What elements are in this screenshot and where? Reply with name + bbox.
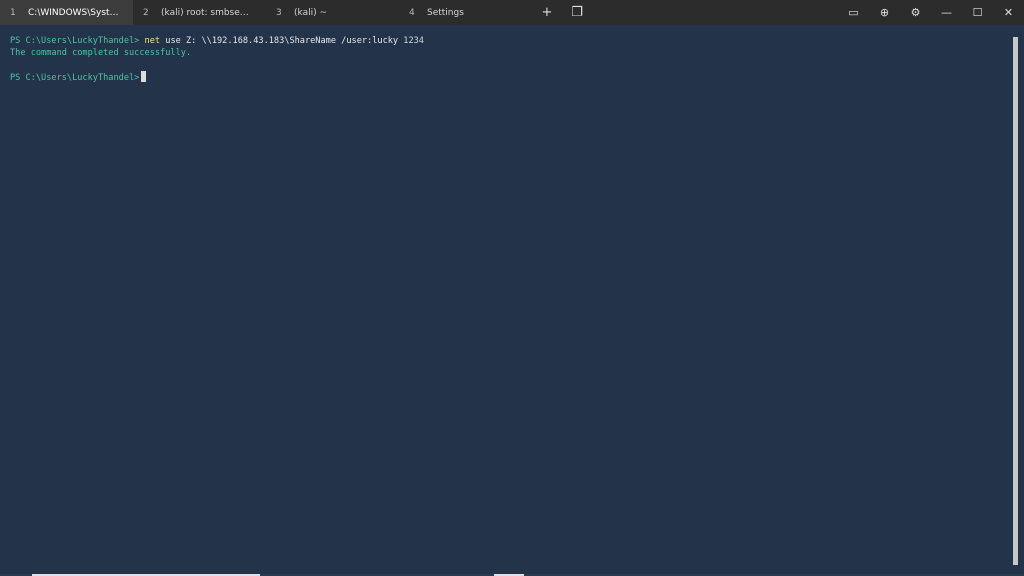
- tab-title: C:\WINDOWS\Syst…: [28, 7, 119, 18]
- terminal-line-2: The command completed successfully.: [10, 47, 1006, 59]
- command-name: net: [144, 36, 161, 46]
- terminal-line-4: PS C:\Users\LuckyThandel>: [10, 71, 1006, 83]
- tab-4[interactable]: 4 Settings: [399, 0, 532, 25]
- tab-3[interactable]: 3 (kali) ~: [266, 0, 399, 25]
- tab-1[interactable]: 1 C:\WINDOWS\Syst…: [0, 0, 133, 25]
- text-cursor: [141, 71, 147, 82]
- window-controls: — ☐ ✕: [931, 0, 1024, 25]
- tab-number: 2: [143, 7, 149, 18]
- scrollbar[interactable]: [1006, 25, 1024, 576]
- keyboard-icon[interactable]: ▭: [838, 0, 869, 25]
- tab-2[interactable]: 2 (kali) root: smbse…: [133, 0, 266, 25]
- tab-title: Settings: [427, 7, 464, 18]
- settings-icon[interactable]: ⚙: [900, 0, 931, 25]
- terminal-output[interactable]: PS C:\Users\LuckyThandel> net use Z: \\1…: [0, 25, 1006, 576]
- close-icon[interactable]: ✕: [993, 0, 1024, 25]
- tab-title: (kali) root: smbse…: [161, 7, 249, 18]
- system-icons: ▭ ⊕ ⚙: [838, 0, 931, 25]
- minimize-icon[interactable]: —: [931, 0, 962, 25]
- command-args: use Z: \\192.168.43.183\ShareName /user:…: [165, 36, 399, 46]
- tab-bar: 1 C:\WINDOWS\Syst… 2 (kali) root: smbse……: [0, 0, 1024, 25]
- command-password: 1234: [403, 36, 424, 46]
- tab-number: 4: [409, 7, 415, 18]
- command-output: The command completed successfully.: [10, 48, 192, 58]
- tab-number: 1: [10, 7, 16, 18]
- globe-icon[interactable]: ⊕: [869, 0, 900, 25]
- terminal-line-1: PS C:\Users\LuckyThandel> net use Z: \\1…: [10, 35, 1006, 47]
- scrollbar-thumb[interactable]: [1013, 37, 1018, 565]
- maximize-icon[interactable]: ☐: [962, 0, 993, 25]
- terminal-window: 1 C:\WINDOWS\Syst… 2 (kali) root: smbse……: [0, 0, 1024, 576]
- tab-menu-icon[interactable]: ❐: [562, 0, 592, 25]
- tab-actions: + ❐: [532, 0, 592, 25]
- tabbar-drag-area[interactable]: [592, 0, 838, 25]
- prompt: PS C:\Users\LuckyThandel>: [10, 36, 140, 46]
- tab-title: (kali) ~: [294, 7, 327, 18]
- prompt: PS C:\Users\LuckyThandel>: [10, 73, 140, 83]
- new-tab-icon[interactable]: +: [532, 0, 562, 25]
- tab-number: 3: [276, 7, 282, 18]
